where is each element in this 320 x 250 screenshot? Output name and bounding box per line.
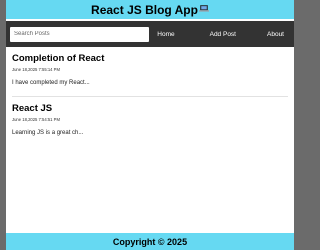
- post-excerpt: I have completed my React...: [12, 80, 90, 86]
- laptop-icon: [198, 5, 209, 12]
- post-list: Completion of React June 18,2025 7:55:14…: [6, 47, 294, 146]
- app-footer: Copyright © 2025: [6, 233, 294, 250]
- post-excerpt: Learning JS is a great ch...: [12, 130, 84, 136]
- app-header: React JS Blog App: [6, 0, 294, 19]
- post-title[interactable]: React JS: [12, 103, 288, 114]
- nav-link-about[interactable]: About: [267, 31, 284, 38]
- nav-links: Home Add Post About: [157, 31, 290, 38]
- nav-link-add-post[interactable]: Add Post: [210, 31, 236, 38]
- copyright-text: Copyright © 2025: [112, 236, 188, 247]
- app-title: React JS Blog App: [91, 2, 198, 17]
- search-input[interactable]: [10, 26, 149, 42]
- post-title[interactable]: Completion of React: [12, 53, 288, 64]
- app-window: React JS Blog App Home Add Post About Co…: [6, 0, 294, 250]
- post-item[interactable]: Completion of React June 18,2025 7:55:14…: [12, 47, 288, 97]
- post-date: June 18,2025 7:54:51 PM: [12, 117, 60, 122]
- post-date: June 18,2025 7:55:14 PM: [12, 67, 60, 72]
- nav-bar: Home Add Post About: [6, 21, 294, 47]
- nav-link-home[interactable]: Home: [157, 31, 174, 38]
- post-item[interactable]: React JS June 18,2025 7:54:51 PM Learnin…: [12, 97, 288, 146]
